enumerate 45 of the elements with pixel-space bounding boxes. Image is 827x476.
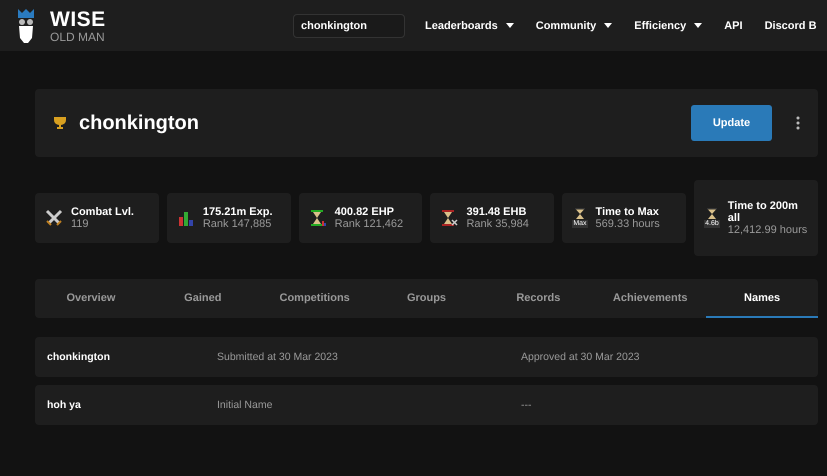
stat-value: Rank 147,885: [202, 218, 272, 230]
stat-label: 175.21m Exp.: [202, 206, 273, 218]
nav-link[interactable]: Leaderboards: [425, 20, 514, 32]
submitted-date-cell-text: Submitted at 30 Mar 2023: [217, 351, 339, 363]
bar-chart-icon: [176, 209, 195, 227]
tab[interactable]: Competitions: [258, 279, 371, 318]
stat-label: Combat Lvl.: [71, 206, 134, 218]
approved-date-cell: Approved at 30 Mar 2023: [521, 351, 640, 363]
nav-link[interactable]: Community: [536, 20, 612, 32]
wizard-logo-icon[interactable]: [15, 8, 37, 44]
stat-label: Time to Max: [596, 206, 660, 218]
stat-value: 119: [71, 218, 90, 230]
nav-link[interactable]: Efficiency: [634, 20, 702, 32]
hourglass-icon: [440, 209, 458, 227]
caret-icon: [506, 23, 514, 28]
nav-link[interactable]: Discord B: [764, 20, 817, 32]
approved-date-cell: ---: [521, 399, 532, 411]
tab[interactable]: Names: [706, 279, 818, 318]
player-name: chonkington: [79, 112, 199, 134]
tab[interactable]: Records: [482, 279, 594, 318]
caret-icon: [604, 23, 612, 28]
stat-value: Rank 35,984: [466, 218, 529, 230]
tab[interactable]: Gained: [146, 279, 259, 318]
logo-subtitle: OLD MAN: [50, 30, 106, 42]
stat-label: Time to 200m all: [728, 200, 799, 224]
submitted-date-cell-text: Initial Name: [217, 399, 274, 411]
tab[interactable]: Achievements: [594, 279, 706, 318]
stat-value: 569.33 hours: [596, 218, 660, 230]
more-options-icon[interactable]: [796, 116, 800, 130]
caret-icon: [694, 23, 702, 28]
stat-value: 12,412.99 hours: [728, 224, 808, 236]
search-field[interactable]: chonkington: [293, 14, 405, 38]
stat-value: Rank 121,462: [334, 218, 404, 230]
player-name-cell-text: chonkington: [47, 351, 111, 363]
stat-label: 400.82 EHP: [334, 206, 395, 218]
trophy-icon: [53, 116, 67, 130]
nav-link[interactable]: API: [724, 20, 743, 32]
crossed-swords-icon: [45, 209, 63, 227]
update-button[interactable]: Update: [691, 105, 772, 141]
stat-label: 391.48 EHB: [466, 206, 528, 218]
logo-title: WISE: [50, 8, 106, 30]
player-name-cell-text: hoh ya: [47, 399, 82, 411]
tab[interactable]: Groups: [370, 279, 482, 318]
tab[interactable]: Overview: [35, 279, 147, 318]
hourglass-icon: [308, 209, 327, 227]
